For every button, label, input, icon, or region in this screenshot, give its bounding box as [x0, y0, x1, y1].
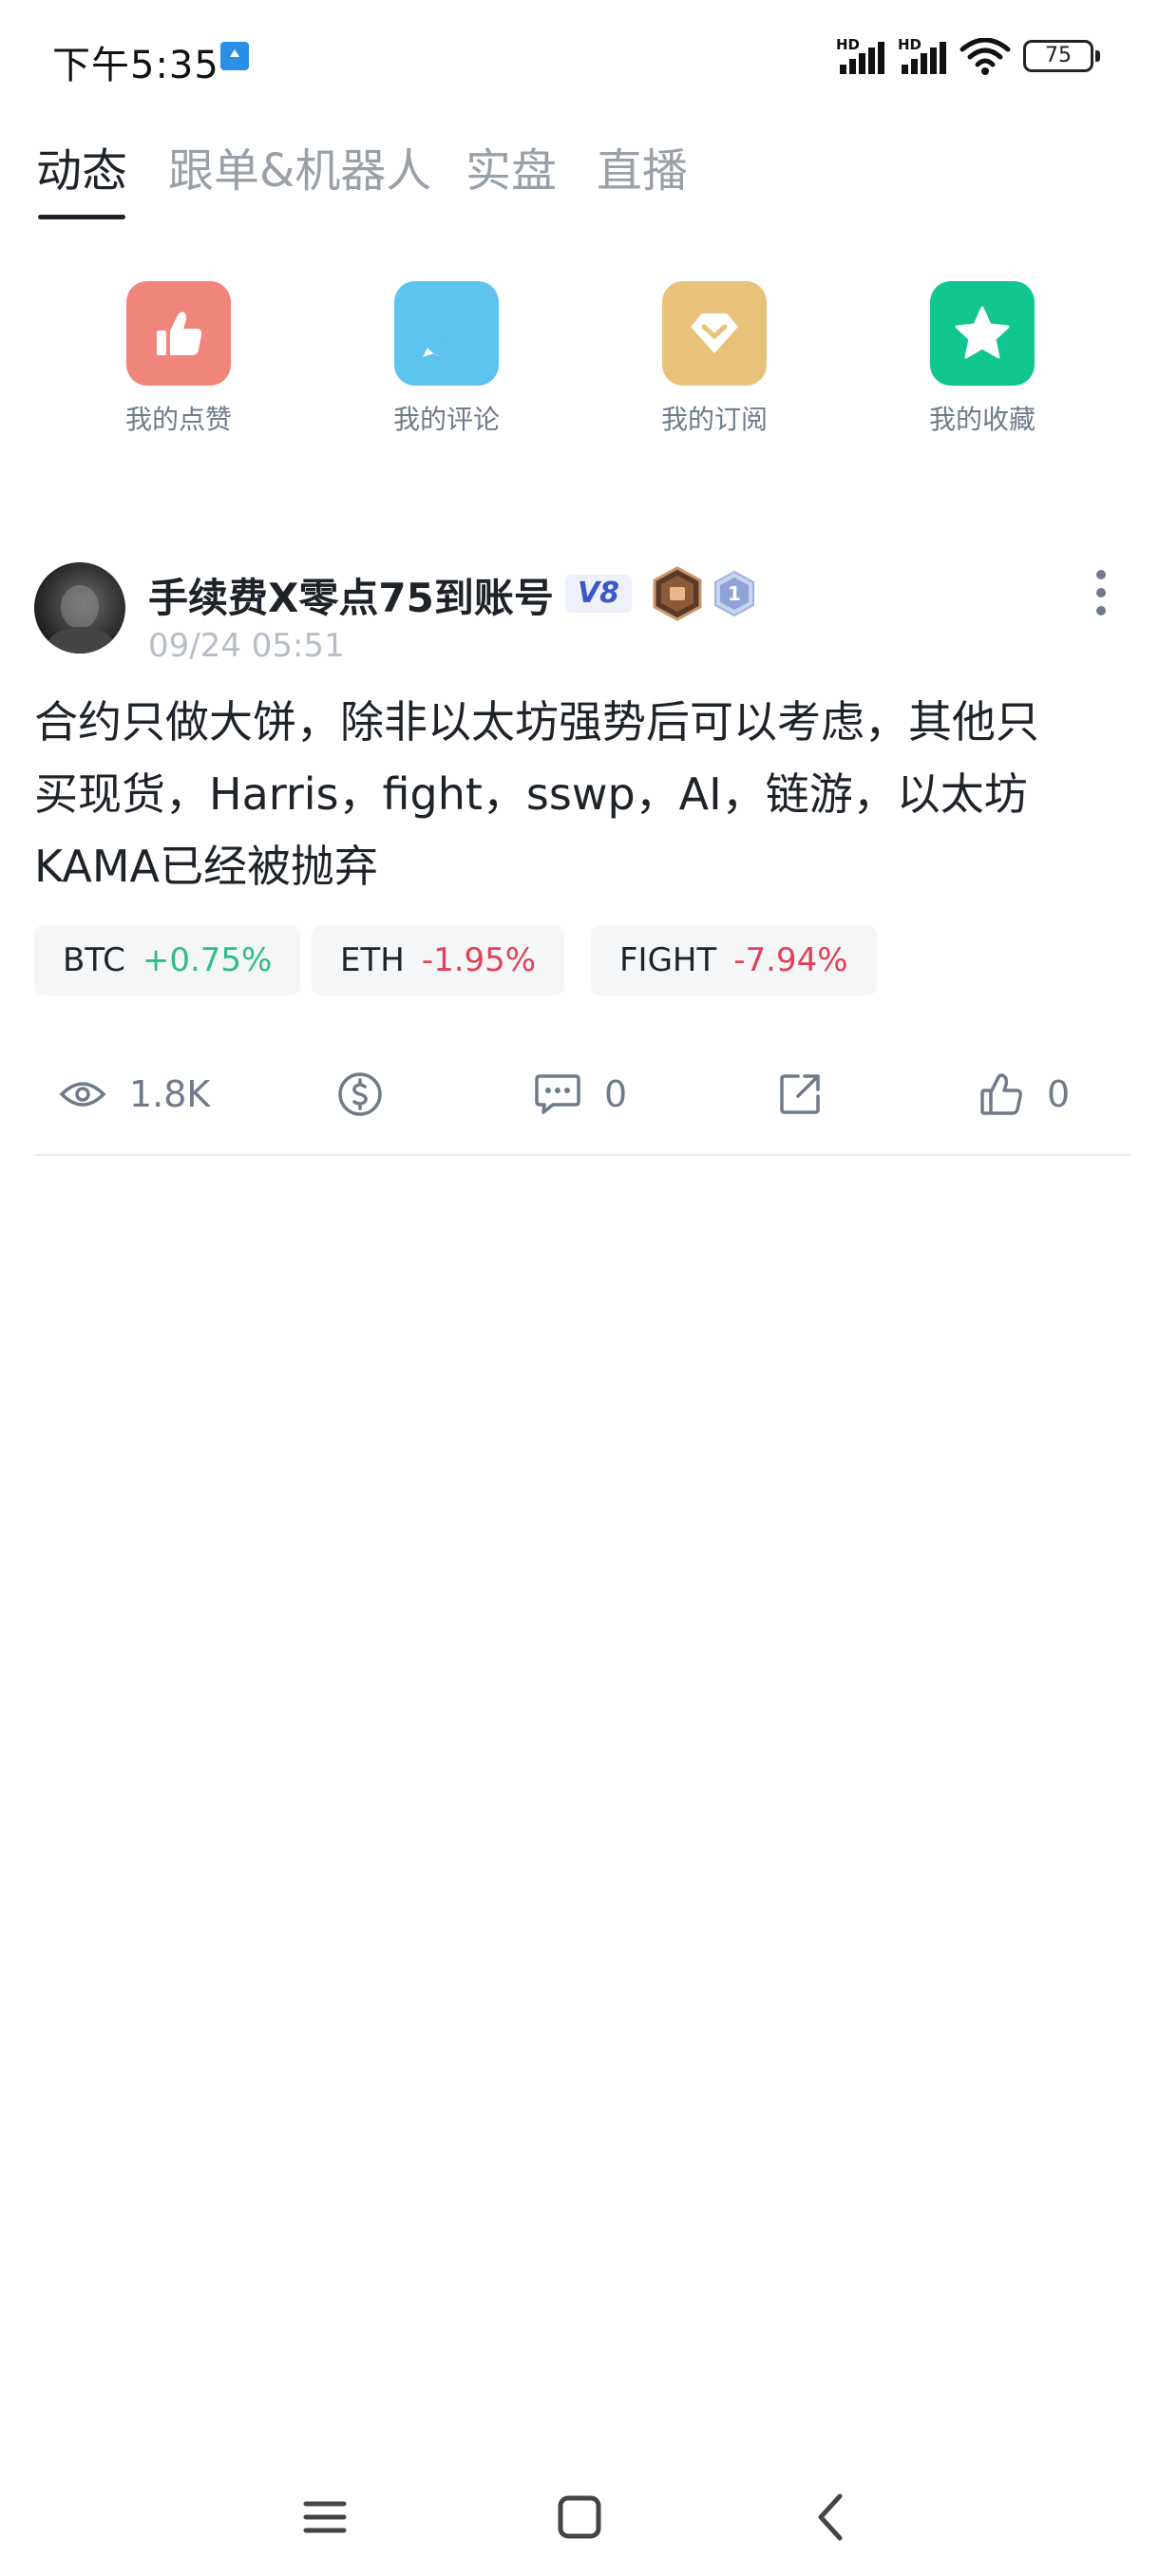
- views-stat: 1.8K: [59, 1064, 210, 1125]
- likes-count: 0: [1047, 1073, 1071, 1115]
- shortcut-label-likes: 我的点赞: [124, 404, 232, 435]
- shortcut-label-comments: 我的评论: [392, 404, 500, 435]
- comment-icon: [394, 281, 499, 386]
- shortcut-my-subscriptions[interactable]: 我的订阅: [619, 281, 809, 443]
- coin-change: -1.95%: [421, 941, 537, 979]
- shortcut-my-favorites[interactable]: 我的收藏: [887, 281, 1077, 443]
- shortcut-my-likes[interactable]: 我的点赞: [84, 281, 274, 443]
- battery-level: 75: [1045, 44, 1072, 67]
- coin-tag-fight[interactable]: FIGHT -7.94%: [591, 925, 877, 995]
- shortcut-label-subscriptions: 我的订阅: [660, 404, 768, 435]
- status-time: 下午5:35: [52, 44, 219, 87]
- more-options-icon[interactable]: [1091, 570, 1112, 623]
- level-rank-icon: 1: [714, 570, 754, 617]
- share-icon: [780, 1074, 820, 1114]
- star-icon: [930, 281, 1035, 386]
- tip-button[interactable]: [336, 1064, 384, 1125]
- post-time: 09/24 05:51: [148, 627, 345, 665]
- shortcut-label-favorites: 我的收藏: [928, 404, 1036, 435]
- thumbs-up-outline-icon: [980, 1073, 1022, 1115]
- shortcut-my-comments[interactable]: 我的评论: [352, 281, 542, 443]
- tab-real-trading[interactable]: 实盘: [466, 133, 557, 199]
- battery-icon: 75: [1023, 40, 1100, 72]
- share-button[interactable]: [777, 1064, 823, 1125]
- wifi-icon: [960, 38, 1011, 75]
- coin-tag-btc[interactable]: BTC +0.75%: [34, 925, 301, 995]
- coin-symbol: FIGHT: [619, 941, 717, 979]
- status-bar: 下午5:35 HD HD 75: [0, 0, 1159, 114]
- eye-icon: [59, 1082, 106, 1107]
- coin-symbol: ETH: [340, 941, 405, 979]
- notification-app-icon: [220, 42, 249, 70]
- vip-level-badge: V8: [565, 575, 632, 613]
- menu-icon[interactable]: [296, 2489, 353, 2546]
- back-chevron-icon[interactable]: [804, 2489, 861, 2546]
- tab-live[interactable]: 直播: [597, 133, 688, 199]
- profile-activity-page: 下午5:35 HD HD 75 动态 跟单&机器人 实盘 直播 我的点赞 我的评…: [0, 0, 1159, 2576]
- comment-button[interactable]: 0: [534, 1064, 627, 1125]
- thumbs-up-icon: [126, 281, 231, 386]
- cellular-signal-icon: HD: [836, 36, 893, 76]
- post-divider: [34, 1154, 1130, 1156]
- coin-change: +0.75%: [142, 941, 273, 979]
- post-content[interactable]: 合约只做大饼，除非以太坊强势后可以考虑，其他只 买现货，Harris，fight…: [34, 686, 1127, 902]
- tab-bar: 动态 跟单&机器人 实盘 直播: [36, 123, 1129, 228]
- hd-label-2: HD: [898, 36, 922, 53]
- tab-activity[interactable]: 动态: [36, 133, 127, 199]
- coin-symbol: BTC: [63, 941, 125, 979]
- medal-badge-icon: [653, 566, 702, 621]
- tab-copy-trading-bots[interactable]: 跟单&机器人: [168, 133, 431, 199]
- coin-tip-icon: [338, 1072, 382, 1116]
- rank-level-text: 1: [728, 582, 741, 605]
- cellular-signal-icon-2: HD: [898, 36, 955, 76]
- author-name[interactable]: 手续费X零点75到账号: [148, 566, 554, 624]
- coin-tag-eth[interactable]: ETH -1.95%: [312, 925, 565, 995]
- like-button[interactable]: 0: [978, 1064, 1070, 1125]
- views-count: 1.8K: [129, 1073, 211, 1115]
- comments-count: 0: [604, 1073, 628, 1115]
- home-square-icon[interactable]: [551, 2489, 608, 2546]
- active-tab-indicator: [38, 215, 125, 219]
- comment-bubble-icon: [535, 1074, 580, 1114]
- coin-change: -7.94%: [733, 941, 848, 979]
- author-avatar[interactable]: [34, 562, 125, 653]
- hd-label: HD: [836, 36, 861, 53]
- diamond-icon: [662, 281, 767, 386]
